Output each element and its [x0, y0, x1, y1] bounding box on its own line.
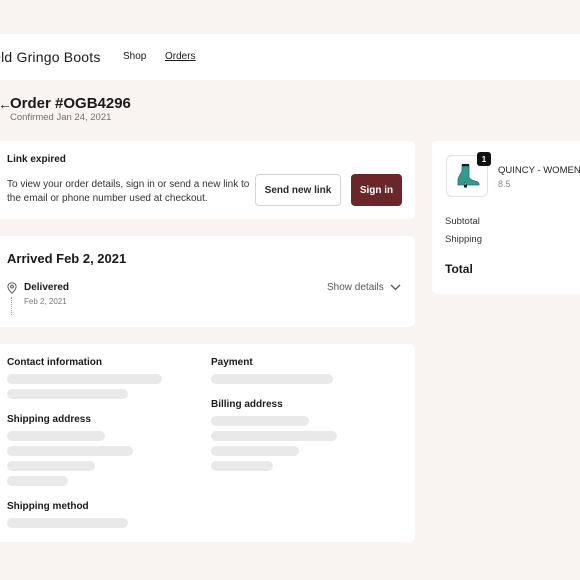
order-confirmed-date: Confirmed Jan 24, 2021: [10, 112, 112, 123]
show-details-toggle[interactable]: Show details: [327, 282, 401, 293]
contact-info-heading: Contact information: [7, 357, 102, 368]
shipping-method-placeholder-line: [7, 518, 128, 528]
delivery-status-label: Delivered: [24, 282, 70, 293]
brand-logo-text[interactable]: Old Gringo Boots: [0, 49, 101, 65]
subtotal-label: Subtotal: [445, 216, 480, 227]
site-header: Old Gringo Boots Shop Orders: [0, 34, 580, 80]
shipping-label: Shipping: [445, 234, 482, 245]
total-label: Total: [445, 262, 473, 276]
billing-address-placeholder-line: [211, 446, 299, 456]
billing-address-placeholder-line: [211, 461, 273, 471]
link-expired-heading: Link expired: [7, 154, 66, 165]
show-details-label: Show details: [327, 282, 384, 293]
billing-address-placeholder-line: [211, 431, 337, 441]
shipping-address-placeholder-line: [7, 476, 68, 486]
order-details-card: Contact information Payment Shipping add…: [0, 344, 415, 542]
quantity-badge: 1: [477, 152, 491, 166]
nav-shop-link[interactable]: Shop: [123, 51, 146, 62]
send-new-link-button[interactable]: Send new link: [255, 174, 341, 206]
shipping-address-placeholder-line: [7, 461, 95, 471]
shipping-method-heading: Shipping method: [7, 501, 89, 512]
nav-orders-link[interactable]: Orders: [165, 51, 196, 62]
contact-info-placeholder-line: [7, 374, 162, 384]
shipment-title: Arrived Feb 2, 2021: [7, 251, 127, 266]
shipping-address-placeholder-line: [7, 431, 105, 441]
payment-heading: Payment: [211, 357, 253, 368]
link-expired-card: Link expired To view your order details,…: [0, 141, 415, 219]
chevron-down-icon: [390, 284, 401, 291]
location-pin-icon: [7, 282, 17, 294]
boot-icon: [457, 164, 480, 188]
payment-placeholder-line: [211, 374, 333, 384]
shipping-address-heading: Shipping address: [7, 414, 91, 425]
link-expired-message: To view your order details, sign in or s…: [7, 179, 250, 204]
contact-info-placeholder-line: [7, 389, 128, 399]
billing-address-heading: Billing address: [211, 399, 283, 410]
sign-in-button[interactable]: Sign in: [351, 174, 402, 206]
order-summary-card: 1 QUINCY - WOMEN 8.5 Subtotal Shipping T…: [432, 141, 580, 294]
billing-address-placeholder-line: [211, 416, 309, 426]
shipment-status-card: Arrived Feb 2, 2021 Delivered Feb 2, 202…: [0, 236, 415, 327]
product-name: QUINCY - WOMEN: [498, 165, 580, 176]
product-variant: 8.5: [498, 179, 511, 189]
page-title: Order #OGB4296: [10, 95, 131, 112]
timeline-connector: [11, 297, 12, 315]
shipping-address-placeholder-line: [7, 446, 133, 456]
delivery-status-date: Feb 2, 2021: [24, 297, 67, 306]
